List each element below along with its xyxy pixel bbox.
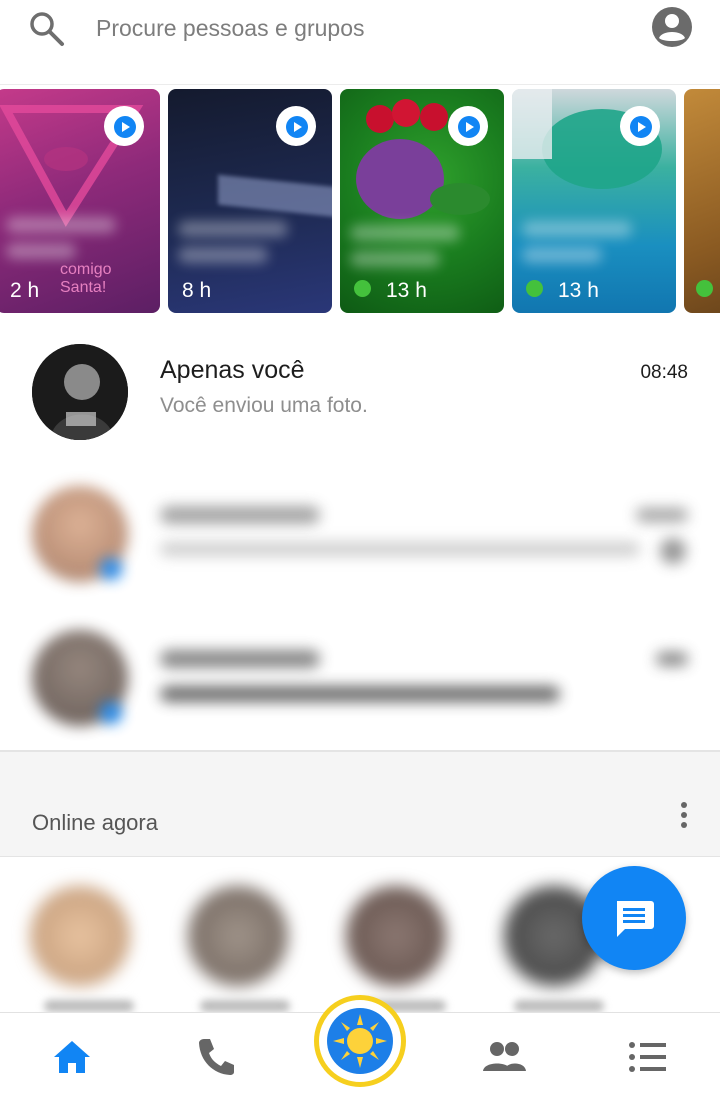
status-badge: [100, 702, 122, 724]
list-icon[interactable]: [624, 1033, 672, 1081]
phone-icon[interactable]: [192, 1033, 240, 1081]
search-input[interactable]: [96, 10, 616, 46]
camera-sun-icon: [327, 1008, 393, 1074]
conversation-preview: [160, 542, 640, 556]
compose-message-button[interactable]: [582, 866, 686, 970]
compose-message-icon: [617, 901, 654, 937]
conversation-name: [160, 650, 320, 668]
search-bar: [0, 0, 720, 85]
online-indicator: [354, 280, 371, 297]
play-icon[interactable]: [620, 106, 660, 146]
blurred-text: [522, 247, 602, 263]
online-indicator: [696, 280, 713, 297]
conversation-name: [160, 506, 320, 524]
blurred-text: [6, 217, 116, 233]
stories-row: comigo Santa! 2 h 8 h 13 h 13 h: [0, 89, 720, 313]
story-time: 8 h: [182, 279, 212, 302]
story-time: 13 h: [558, 279, 599, 302]
story-overlay-text: comigo Santa!: [60, 261, 112, 296]
conversation-item[interactable]: [0, 462, 720, 602]
home-icon[interactable]: [48, 1033, 96, 1081]
conversation-time: [656, 652, 688, 666]
online-contact-avatar[interactable]: [346, 886, 446, 986]
conversation-name: Apenas você: [160, 356, 305, 384]
story-time: 2 h: [10, 279, 40, 302]
play-icon[interactable]: [104, 106, 144, 146]
conversation-preview: [160, 686, 560, 702]
blurred-text: [522, 221, 632, 237]
profile-icon[interactable]: [650, 5, 694, 49]
online-contact-name: [44, 1000, 134, 1012]
blurred-text: [178, 221, 288, 237]
story-card[interactable]: 8 h: [168, 89, 332, 313]
camera-button[interactable]: [314, 995, 406, 1087]
story-card[interactable]: 13 h: [512, 89, 676, 313]
conversation-item[interactable]: [0, 606, 720, 746]
conversation-preview: Você enviou uma foto.: [160, 394, 368, 417]
online-contact-avatar[interactable]: [188, 886, 288, 986]
conversation-time: [636, 508, 688, 522]
online-section-header: Online agora: [0, 750, 720, 857]
blurred-text: [350, 225, 460, 241]
story-time: 13 h: [386, 279, 427, 302]
read-receipt: [660, 538, 686, 564]
people-icon[interactable]: [480, 1033, 528, 1081]
online-contact-avatar[interactable]: [30, 886, 130, 986]
blurred-text: [6, 243, 76, 259]
blurred-text: [178, 247, 268, 263]
status-badge: [100, 558, 122, 580]
search-icon[interactable]: [26, 8, 66, 48]
play-icon[interactable]: [448, 106, 488, 146]
bottom-nav: [0, 995, 720, 1103]
story-artwork: [218, 174, 332, 218]
online-contact-name: [514, 1000, 604, 1012]
conversation-item[interactable]: Apenas você Você enviou uma foto. 08:48: [0, 320, 720, 460]
section-title: Online agora: [32, 810, 158, 835]
more-vertical-icon[interactable]: [674, 800, 694, 830]
story-card[interactable]: comigo Santa! 2 h: [0, 89, 160, 313]
conversation-time: 08:48: [640, 362, 688, 383]
play-icon[interactable]: [276, 106, 316, 146]
avatar: [32, 344, 128, 440]
blurred-text: [350, 251, 440, 267]
online-indicator: [526, 280, 543, 297]
story-card[interactable]: [684, 89, 720, 313]
online-contact-name: [200, 1000, 290, 1012]
story-card[interactable]: 13 h: [340, 89, 504, 313]
